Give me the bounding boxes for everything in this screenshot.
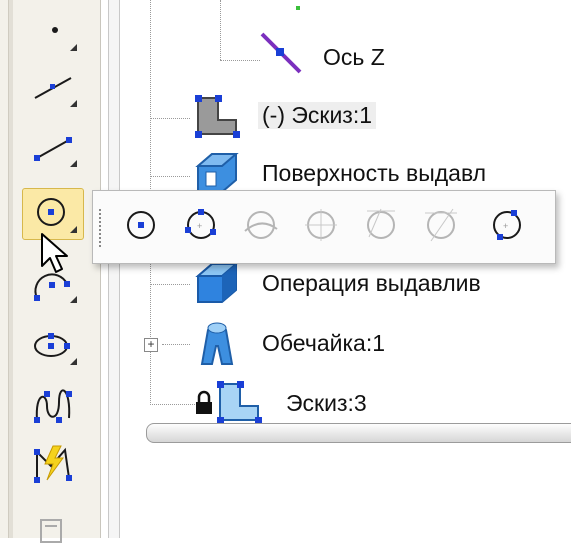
segment-icon [34, 137, 72, 161]
shell-icon [194, 318, 240, 373]
extrude-operation-icon [192, 260, 242, 311]
dimension-button[interactable] [22, 500, 84, 552]
ellipse-icon [34, 333, 70, 357]
sketch-icon [214, 378, 264, 429]
circle-tangent-curve-button[interactable] [239, 203, 283, 247]
mouse-cursor-icon [40, 232, 70, 281]
auto-line-button[interactable] [22, 438, 84, 490]
circle-tangent-alt-button[interactable] [419, 203, 463, 247]
spline-icon [34, 389, 72, 423]
point-icon [52, 27, 58, 33]
circle-tangent-three-icon [367, 208, 395, 239]
status-dot [296, 6, 300, 10]
auto-line-icon [34, 445, 72, 483]
circle-center-button[interactable] [119, 203, 163, 247]
tree-item-label[interactable]: Поверхность выдавл [262, 160, 486, 187]
circle-center-icon [127, 211, 155, 239]
toolbar-grip[interactable] [8, 0, 13, 538]
tree-item-label[interactable]: Эскиз:3 [286, 390, 367, 417]
lock-icon [194, 390, 214, 421]
model-tree [100, 0, 571, 538]
svg-text:+: + [503, 221, 508, 231]
circle-flyout-toolbar: + + [92, 190, 556, 264]
circle-tangent-alt-icon [425, 208, 457, 242]
circle-two-points-button[interactable]: + [485, 203, 529, 247]
circle-three-points-icon: + [185, 209, 216, 239]
flyout-grip[interactable] [99, 209, 104, 247]
expand-toggle[interactable]: + [144, 338, 158, 352]
point-button[interactable] [22, 6, 84, 58]
circle-three-points-button[interactable]: + [179, 203, 223, 247]
tree-item-label[interactable]: (-) Эскиз:1 [258, 102, 377, 129]
line-icon [34, 77, 72, 99]
segment-button[interactable] [22, 122, 84, 174]
sketch-icon [192, 92, 242, 143]
line-button[interactable] [22, 62, 84, 114]
circle-tangent-two-icon [305, 209, 337, 241]
circle-tangent-curve-icon [244, 211, 278, 239]
circle-two-points-icon: + [493, 210, 521, 240]
tree-item-label[interactable]: Операция выдавлив [262, 270, 481, 297]
axis-icon [258, 30, 304, 81]
circle-tangent-two-button[interactable] [299, 203, 343, 247]
ellipse-button[interactable] [22, 320, 84, 372]
svg-text:+: + [197, 221, 202, 231]
tree-item-label[interactable]: Обечайка:1 [262, 330, 385, 357]
horizontal-scrollbar[interactable] [146, 423, 571, 443]
circle-tangent-three-button[interactable] [359, 203, 403, 247]
spline-button[interactable] [22, 378, 84, 430]
geometry-toolbar [0, 0, 101, 543]
dimension-icon [40, 519, 62, 543]
tree-item-label[interactable]: Ось Z [323, 44, 385, 71]
circle-icon [37, 198, 65, 226]
